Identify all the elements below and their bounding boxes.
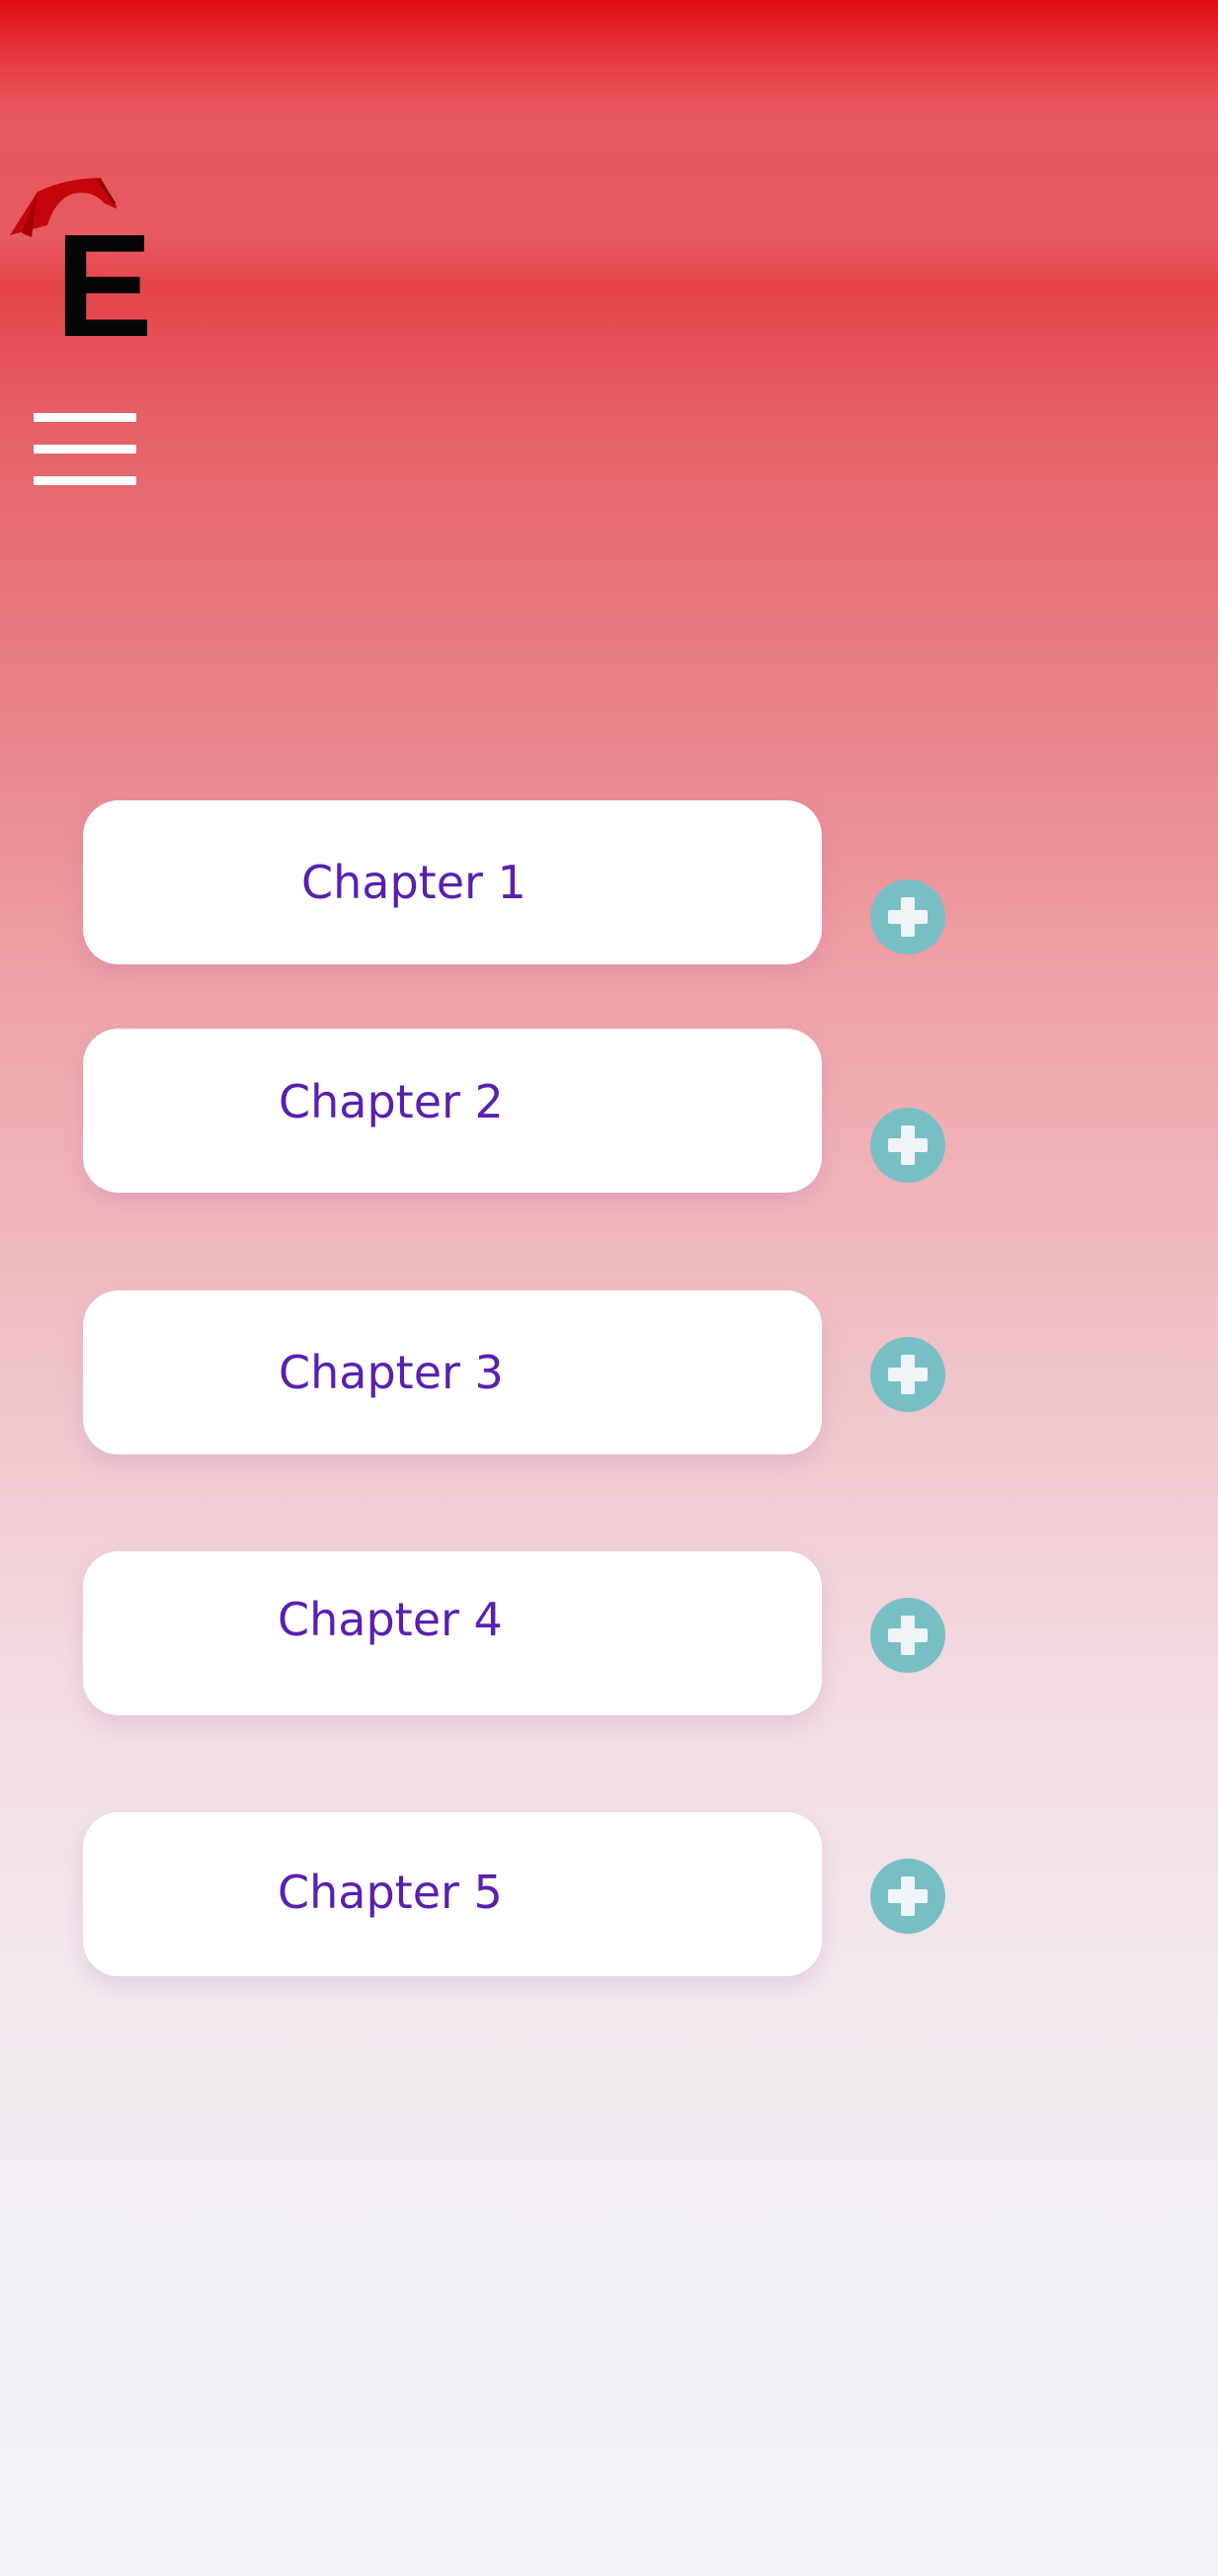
chapter-row-2: Chapter 2 xyxy=(83,1029,1071,1193)
app-logo: E xyxy=(8,170,153,360)
chapter-4-add-button[interactable] xyxy=(870,1598,945,1673)
chapter-2-button[interactable]: Chapter 2 xyxy=(83,1029,822,1193)
chapter-5-label: Chapter 5 xyxy=(278,1866,503,1919)
chapter-1-label: Chapter 1 xyxy=(301,856,527,909)
chapter-2-add-button[interactable] xyxy=(870,1108,945,1183)
chapter-row-3: Chapter 3 xyxy=(83,1290,1071,1454)
hamburger-menu-icon[interactable] xyxy=(34,413,136,485)
chapter-5-button[interactable]: Chapter 5 xyxy=(83,1812,822,1976)
chapter-4-button[interactable]: Chapter 4 xyxy=(83,1551,822,1715)
chapter-3-label: Chapter 3 xyxy=(279,1346,504,1399)
chapter-2-label: Chapter 2 xyxy=(279,1075,504,1128)
chapter-row-1: Chapter 1 xyxy=(83,800,1071,964)
chapter-1-button[interactable]: Chapter 1 xyxy=(83,800,822,964)
chapter-3-add-button[interactable] xyxy=(870,1337,945,1412)
menu-bar-top xyxy=(34,413,136,422)
chapter-5-add-button[interactable] xyxy=(870,1859,945,1934)
chapter-4-label: Chapter 4 xyxy=(278,1593,503,1646)
chapter-3-button[interactable]: Chapter 3 xyxy=(83,1290,822,1454)
chapter-row-4: Chapter 4 xyxy=(83,1551,1071,1715)
logo-letter: E xyxy=(55,205,153,368)
chapter-row-5: Chapter 5 xyxy=(83,1812,1071,1976)
chapter-1-add-button[interactable] xyxy=(870,879,945,955)
app-screen: E Chapter 1 Chapter 2 Chapter 3 Chapter … xyxy=(0,0,1218,2576)
menu-bar-bottom xyxy=(34,476,136,485)
menu-bar-middle xyxy=(34,445,136,454)
